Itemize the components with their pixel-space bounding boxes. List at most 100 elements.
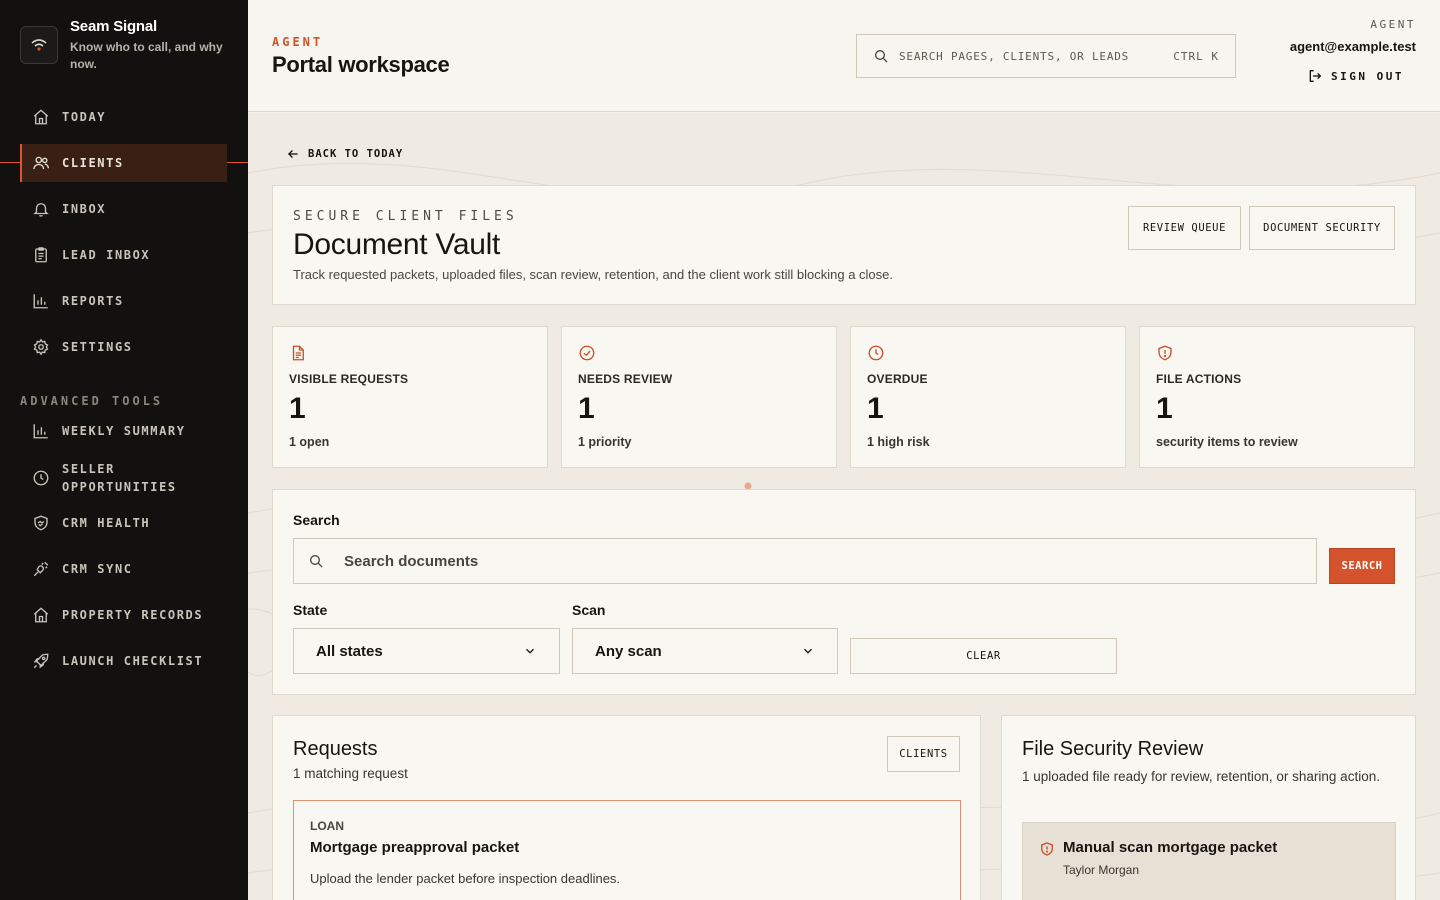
sign-out-button[interactable]: SIGN OUT (1307, 68, 1404, 84)
clients-button[interactable]: CLIENTS (887, 736, 960, 772)
header-eyebrow: AGENT (272, 35, 324, 49)
search-button[interactable]: SEARCH (1329, 548, 1395, 584)
nav-item-settings[interactable]: SETTINGS (20, 328, 227, 366)
stat-subtext: 1 open (289, 435, 330, 449)
bar-chart-icon (31, 421, 51, 441)
nav-item-reports[interactable]: REPORTS (20, 282, 227, 320)
sign-out-label: SIGN OUT (1331, 69, 1404, 83)
review-queue-button[interactable]: REVIEW QUEUE (1128, 206, 1241, 250)
vault-eyebrow: SECURE CLIENT FILES (293, 209, 518, 224)
nav-item-label: WEEKLY SUMMARY (62, 424, 186, 438)
document-search-input[interactable]: Search documents (293, 538, 1317, 584)
back-link-label: BACK TO TODAY (308, 148, 404, 160)
advanced-tools-heading: ADVANCED TOOLS (20, 394, 164, 408)
nav-item-weekly-summary[interactable]: WEEKLY SUMMARY (20, 412, 227, 450)
document-security-button[interactable]: DOCUMENT SECURITY (1249, 206, 1395, 250)
chevron-down-icon (801, 644, 815, 658)
nav-item-label: CRM SYNC (62, 562, 133, 576)
clear-button[interactable]: CLEAR (850, 638, 1117, 674)
stat-card-needs-review: NEEDS REVIEW 1 1 priority (561, 326, 837, 468)
nav-item-label: TODAY (62, 110, 107, 124)
scan-select[interactable]: Any scan (572, 628, 838, 674)
nav-item-launch-checklist[interactable]: LAUNCH CHECKLIST (20, 642, 227, 680)
stat-value: 1 (1156, 392, 1173, 425)
nav-item-crm-health[interactable]: CRM HEALTH (20, 504, 227, 542)
user-email: agent@example.test (1289, 39, 1416, 54)
filters-panel: Search Search documents SEARCH State All… (272, 489, 1416, 695)
check-circle-icon (578, 344, 596, 362)
nav-item-label: LAUNCH CHECKLIST (62, 654, 204, 668)
rocket-icon (31, 651, 51, 671)
home-icon (31, 605, 51, 625)
chevron-down-icon (523, 644, 537, 658)
bell-icon (31, 199, 51, 219)
brand-name: Seam Signal (70, 18, 158, 35)
state-select[interactable]: All states (293, 628, 560, 674)
page-title: Portal workspace (272, 52, 450, 77)
global-search-input[interactable]: SEARCH PAGES, CLIENTS, OR LEADS CTRL K (856, 34, 1236, 78)
document-vault-panel: SECURE CLIENT FILES Document Vault Track… (272, 185, 1416, 305)
document-search-placeholder: Search documents (344, 552, 479, 570)
file-security-panel: File Security Review 1 uploaded file rea… (1001, 715, 1416, 900)
security-subtitle: 1 uploaded file ready for review, retent… (1022, 769, 1380, 784)
nav-item-label: INBOX (62, 202, 107, 216)
top-header: AGENT Portal workspace SEARCH PAGES, CLI… (248, 0, 1440, 112)
handshake-icon (31, 513, 51, 533)
stat-label: VISIBLE REQUESTS (289, 372, 409, 386)
request-description: Upload the lender packet before inspecti… (310, 871, 621, 886)
stat-value: 1 (578, 392, 595, 425)
plug-icon (31, 559, 51, 579)
users-icon (31, 153, 51, 173)
stat-card-overdue: OVERDUE 1 1 high risk (850, 326, 1126, 468)
nav-item-clients[interactable]: CLIENTS (20, 144, 227, 182)
security-item-title: Manual scan mortgage packet (1063, 839, 1278, 856)
nav-item-lead-inbox[interactable]: LEAD INBOX (20, 236, 227, 274)
vault-description: Track requested packets, uploaded files,… (293, 267, 893, 282)
security-item-client: Taylor Morgan (1063, 863, 1140, 877)
scan-select-value: Any scan (595, 642, 662, 660)
nav-item-inbox[interactable]: INBOX (20, 190, 227, 228)
brand[interactable]: Seam Signal Know who to call, and why no… (20, 18, 240, 74)
nav-item-label: CLIENTS (62, 156, 124, 170)
requests-subtitle: 1 matching request (293, 766, 408, 781)
stat-label: NEEDS REVIEW (578, 372, 673, 386)
requests-title: Requests (293, 738, 378, 760)
request-title: Mortgage preapproval packet (310, 839, 520, 856)
stat-label: FILE ACTIONS (1156, 372, 1242, 386)
clipboard-icon (31, 245, 51, 265)
nav-item-crm-sync[interactable]: CRM SYNC (20, 550, 227, 588)
search-label: Search (293, 512, 340, 528)
state-label: State (293, 602, 328, 618)
shield-alert-icon (1039, 841, 1055, 857)
security-item-card[interactable]: Manual scan mortgage packet Taylor Morga… (1022, 822, 1396, 900)
arrow-left-icon (286, 147, 300, 161)
document-icon (289, 344, 307, 362)
home-icon (31, 107, 51, 127)
clock-icon (31, 468, 51, 488)
nav-item-label: CRM HEALTH (62, 516, 151, 530)
search-icon (308, 553, 324, 569)
search-shortcut: CTRL K (1173, 49, 1219, 63)
requests-panel: Requests 1 matching request CLIENTS LOAN… (272, 715, 981, 900)
security-title: File Security Review (1022, 738, 1204, 760)
scan-label: Scan (572, 602, 606, 618)
brand-tagline: Know who to call, and why now. (70, 40, 223, 71)
state-select-value: All states (316, 642, 383, 660)
search-placeholder: SEARCH PAGES, CLIENTS, OR LEADS (899, 49, 1130, 63)
request-card[interactable]: LOAN Mortgage preapproval packet Upload … (293, 800, 961, 900)
stat-subtext: 1 priority (578, 435, 632, 449)
main-content: BACK TO TODAY SECURE CLIENT FILES Docume… (248, 113, 1440, 900)
stat-value: 1 (289, 392, 306, 425)
nav-item-label: PROPERTY RECORDS (62, 608, 204, 622)
bar-chart-icon (31, 291, 51, 311)
gear-icon (31, 337, 51, 357)
shield-icon (1156, 344, 1174, 362)
signal-logo-icon (20, 26, 58, 64)
stat-subtext: 1 high risk (867, 435, 930, 449)
back-to-today-link[interactable]: BACK TO TODAY (286, 147, 403, 161)
nav-item-seller-opportunities[interactable]: SELLER OPPORTUNITIES (20, 458, 227, 498)
nav-item-today[interactable]: TODAY (20, 98, 227, 136)
user-role: AGENT (1370, 18, 1416, 31)
nav-item-property-records[interactable]: PROPERTY RECORDS (20, 596, 227, 634)
nav-item-label: SELLER OPPORTUNITIES (62, 462, 177, 494)
